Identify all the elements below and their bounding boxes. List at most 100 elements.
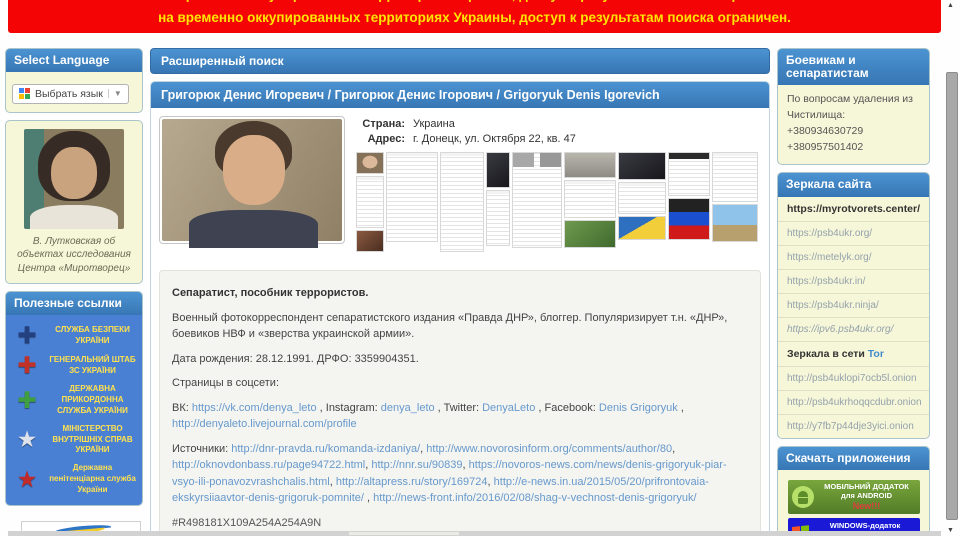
gov-emblem-icon: ★: [16, 465, 38, 492]
scroll-down-arrow[interactable]: ▼: [947, 527, 954, 534]
social-link[interactable]: Denis Grigoryuk: [599, 402, 678, 414]
contact-panel-body: По вопросам удаления из Чистилища: +3809…: [778, 85, 929, 164]
page-thumbnail[interactable]: [618, 152, 666, 180]
scroll-up-arrow[interactable]: ▲: [947, 2, 954, 9]
mirror-url: http://y7fb7p44dje3yici.onion: [787, 420, 914, 432]
contact-panel-title: Боевикам и сепаратистам: [778, 49, 929, 86]
country-label: Страна:: [362, 118, 405, 130]
social-link[interactable]: DenyaLeto: [482, 402, 535, 414]
bottom-strip-tab: [348, 531, 460, 536]
social-label: , Instagram:: [316, 401, 381, 414]
thumbnail-column: [386, 152, 438, 242]
mirror-link[interactable]: https://ipv6.psb4ukr.org/: [778, 316, 929, 341]
gov-link-label: ГЕНЕРАЛЬНИЙ ШТАБ ЗС УКРАЇНИ: [49, 355, 136, 375]
mirror-link[interactable]: https://psb4ukr.ninja/: [778, 292, 929, 317]
page: на временно оккупированных территориях У…: [0, 0, 960, 536]
useful-links-title: Полезные ссылки: [6, 292, 142, 316]
page-thumbnail[interactable]: [618, 182, 666, 214]
address-row: Адрес: г. Донецк, ул. Октября 22, кв. 47: [359, 133, 761, 145]
language-select-button[interactable]: Выбрать язык ▼: [12, 83, 129, 104]
page-thumbnail[interactable]: [618, 216, 666, 240]
mirror-link[interactable]: http://psb4uklopi7ocb5l.onion: [778, 365, 929, 390]
scrollbar-thumb[interactable]: [946, 72, 958, 520]
mirror-url: https://ipv6.psb4ukr.org/: [787, 323, 894, 335]
thumbnail-column: [712, 152, 758, 242]
page-thumbnail[interactable]: [564, 152, 616, 178]
gov-link[interactable]: ★ Державна пенітенціарна служба України: [11, 463, 137, 495]
page-thumbnail[interactable]: [486, 190, 510, 246]
mirror-link[interactable]: https://metelyk.org/: [778, 244, 929, 269]
contact-panel: Боевикам и сепаратистам По вопросам удал…: [777, 48, 930, 166]
page-thumbnail[interactable]: [712, 152, 758, 202]
tor-link[interactable]: Tor: [868, 348, 884, 360]
new-badge: New!!!: [852, 500, 881, 511]
dossier-text: Сепаратист, пособник террористов. Военны…: [159, 270, 761, 536]
source-link[interactable]: http://altapress.ru/story/169724: [336, 476, 488, 488]
left-sidebar: Select Language Выбрать язык ▼ В. Лутков…: [5, 48, 143, 536]
main-content: Расширенный поиск Григорюк Денис Игореви…: [150, 48, 770, 536]
right-sidebar: Боевикам и сепаратистам По вопросам удал…: [777, 48, 930, 536]
banner-line: на временно оккупированных территориях У…: [158, 10, 791, 25]
source-separator: Источники:: [172, 442, 232, 455]
source-separator: ,: [363, 492, 374, 504]
language-panel: Select Language Выбрать язык ▼: [5, 48, 143, 113]
profile-portrait: [162, 119, 342, 249]
page-thumbnail[interactable]: [564, 220, 616, 248]
page-thumbnail[interactable]: [356, 176, 384, 228]
gov-link[interactable]: ✚ ГЕНЕРАЛЬНИЙ ШТАБ ЗС УКРАЇНИ: [11, 354, 137, 377]
apps-panel-title: Скачать приложения: [778, 446, 929, 470]
mirrors-list: https://myrotvorets.center/https://psb4u…: [778, 197, 929, 438]
social-label: ВК:: [172, 401, 192, 414]
social-link[interactable]: http://denyaleto.livejournal.com/profile: [172, 418, 357, 430]
profile-card-body: Страна: Украина Адрес: г. Донецк, ул. Ок…: [151, 108, 769, 266]
mirror-link[interactable]: https://psb4ukr.org/: [778, 220, 929, 245]
gov-link[interactable]: ✚ СЛУЖБА БЕЗПЕКИ УКРАЇНИ: [11, 324, 137, 347]
page-thumbnail[interactable]: [668, 198, 710, 240]
page-thumbnail[interactable]: [668, 152, 710, 196]
gov-link-label: Державна пенітенціарна служба України: [49, 463, 136, 494]
social-link[interactable]: https://vk.com/denya_leto: [192, 402, 317, 414]
gov-link-label: ДЕРЖАВНА ПРИКОРДОННА СЛУЖБА УКРАЇНИ: [57, 384, 128, 415]
video-caption: В. Лутковская об объектах исследования Ц…: [17, 235, 131, 274]
page-thumbnail[interactable]: [356, 230, 384, 252]
mirror-link[interactable]: https://psb4ukr.in/: [778, 268, 929, 293]
page-thumbnail[interactable]: [386, 152, 438, 242]
source-link[interactable]: http://dnr-pravda.ru/komanda-izdaniya/: [231, 443, 420, 455]
video-thumbnail[interactable]: [24, 128, 124, 229]
contact-intro: По вопросам удаления из Чистилища:: [787, 93, 913, 122]
source-link[interactable]: http://news-front.info/2016/02/08/shag-v…: [373, 492, 696, 504]
advanced-search-bar[interactable]: Расширенный поиск: [150, 48, 770, 74]
page-thumbnail[interactable]: [356, 152, 384, 174]
social-link[interactable]: denya_leto: [381, 402, 435, 414]
android-app-banner[interactable]: МОБІЛЬНИЙ ДОДАТОК для ANDROID New!!!: [787, 479, 920, 514]
social-label: ,: [677, 401, 684, 414]
language-select-label: Выбрать язык: [35, 87, 103, 100]
page-thumbnail[interactable]: [564, 180, 616, 218]
page-thumbnail[interactable]: [512, 152, 562, 248]
dossier-headline: Сепаратист, пособник террористов.: [172, 287, 369, 299]
gov-link[interactable]: ✚ ДЕРЖАВНА ПРИКОРДОННА СЛУЖБА УКРАЇНИ: [11, 384, 137, 416]
banner-line-clipped: на временно оккупированных территориях У…: [20, 0, 929, 7]
page-thumbnail[interactable]: [486, 152, 510, 188]
android-robot-icon: [791, 485, 814, 508]
thumbnail-column: [668, 152, 710, 240]
page-thumbnail[interactable]: [440, 152, 484, 252]
mirror-link[interactable]: http://y7fb7p44dje3yici.onion: [778, 413, 929, 438]
mirrors-panel-title: Зеркала сайта: [778, 173, 929, 197]
gov-link[interactable]: ★ МІНІСТЕРСТВО ВНУТРІШНІХ СПРАВ УКРАЇНИ: [11, 424, 137, 456]
profile-photo[interactable]: [159, 116, 345, 249]
gov-emblem-icon: ✚: [17, 322, 37, 349]
source-link[interactable]: http://www.novorosinform.org/comments/au…: [426, 443, 672, 455]
source-link[interactable]: http://oknovdonbass.ru/page94722.html: [172, 459, 365, 471]
mirror-link[interactable]: https://myrotvorets.center/: [778, 197, 929, 221]
source-link[interactable]: http://nnr.su/90839: [371, 459, 462, 471]
dossier-birth: Дата рождения: 28.12.1991. ДРФО: 3359904…: [172, 352, 419, 365]
page-thumbnail[interactable]: [712, 204, 758, 242]
android-line1: МОБІЛЬНИЙ ДОДАТОК: [824, 481, 909, 491]
thumbnail-column: [356, 152, 384, 252]
mirror-link[interactable]: Зеркала в сети Tor: [778, 340, 929, 366]
portrait-torso: [189, 210, 319, 249]
country-value: Украина: [413, 118, 455, 130]
mirror-link[interactable]: http://psb4ukrhoqqcdubr.onion: [778, 389, 929, 414]
language-panel-body: Выбрать язык ▼: [6, 72, 142, 112]
